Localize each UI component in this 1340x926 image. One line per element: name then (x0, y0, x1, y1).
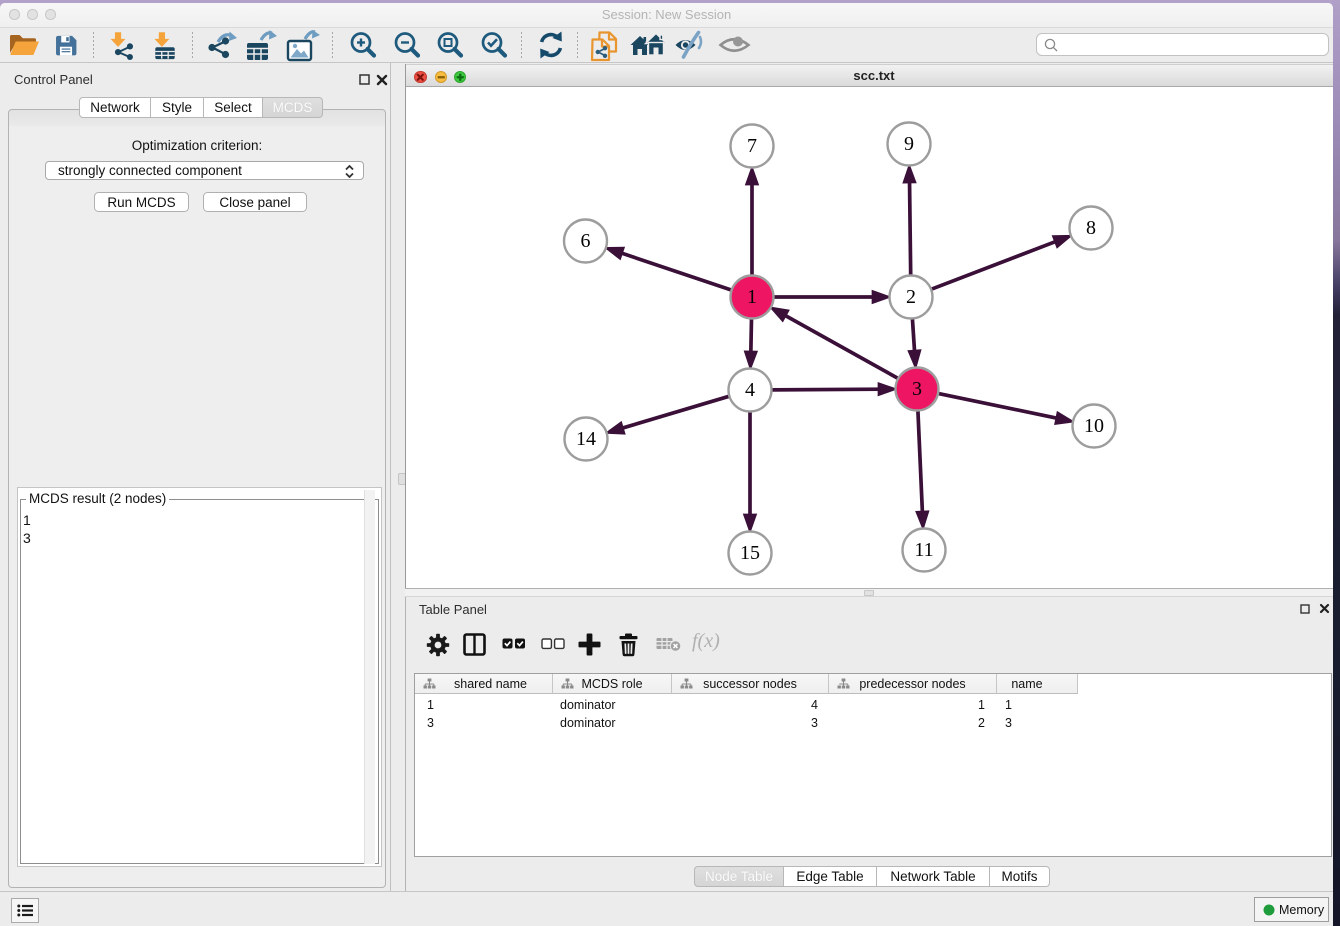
svg-text:14: 14 (576, 428, 596, 450)
svg-text:15: 15 (740, 542, 760, 564)
svg-text:2: 2 (906, 286, 916, 308)
svg-text:4: 4 (745, 379, 755, 401)
svg-text:7: 7 (747, 135, 757, 157)
svg-text:9: 9 (904, 133, 914, 155)
svg-text:10: 10 (1084, 415, 1104, 437)
svg-text:11: 11 (914, 539, 933, 561)
svg-text:3: 3 (912, 378, 922, 400)
svg-text:1: 1 (747, 286, 757, 308)
svg-text:8: 8 (1086, 217, 1096, 239)
svg-text:6: 6 (581, 230, 591, 252)
